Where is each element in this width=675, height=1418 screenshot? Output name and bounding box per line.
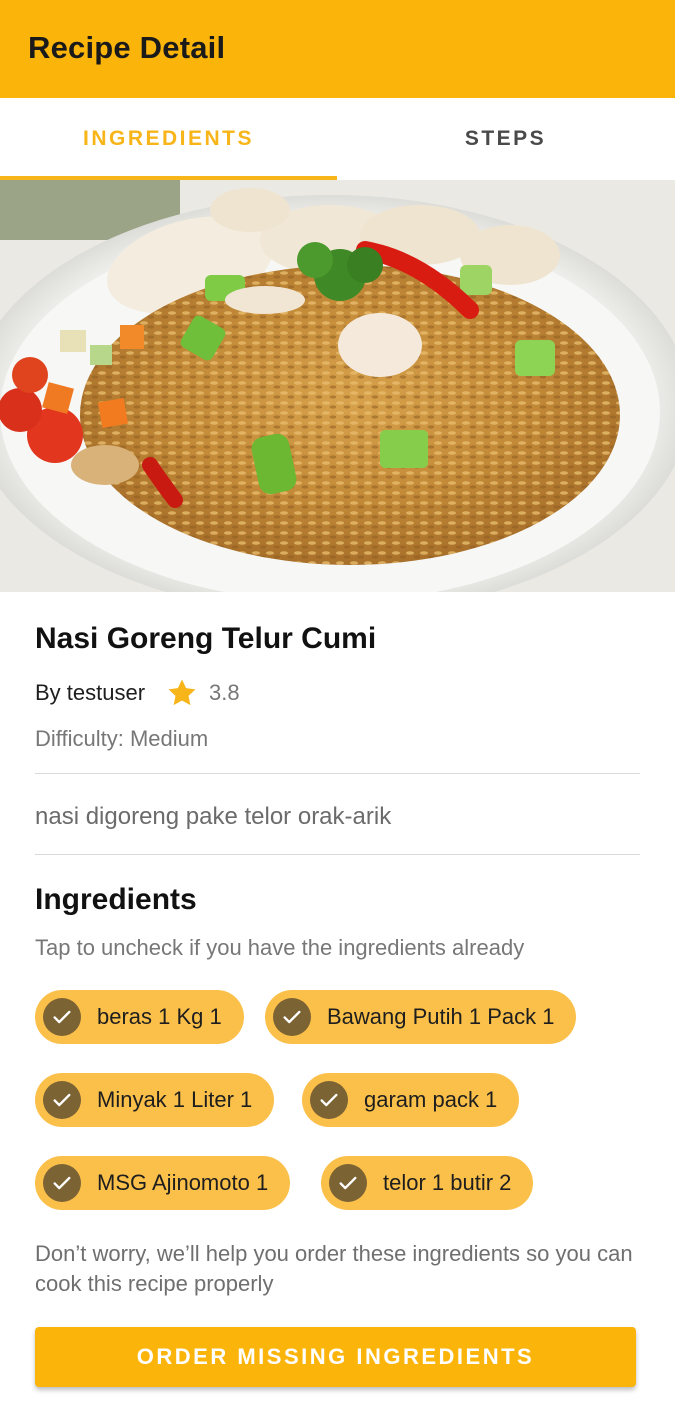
check-icon xyxy=(273,998,311,1036)
check-icon xyxy=(43,998,81,1036)
check-icon xyxy=(310,1081,348,1119)
ingredients-heading: Ingredients xyxy=(35,883,197,916)
divider xyxy=(35,773,640,774)
ingredient-chip[interactable]: beras 1 Kg 1 xyxy=(35,990,244,1044)
order-missing-ingredients-button[interactable]: ORDER MISSING INGREDIENTS xyxy=(35,1327,636,1387)
tab-ingredients[interactable]: INGREDIENTS xyxy=(0,98,337,180)
check-icon xyxy=(329,1164,367,1202)
tab-steps[interactable]: STEPS xyxy=(337,98,674,180)
ingredient-chip[interactable]: telor 1 butir 2 xyxy=(321,1156,534,1210)
recipe-photo xyxy=(0,180,675,592)
ingredient-chip-label: telor 1 butir 2 xyxy=(383,1170,512,1195)
recipe-rating: 3.8 xyxy=(209,680,240,705)
recipe-author: By testuser xyxy=(35,680,146,705)
tab-bar: INGREDIENTS STEPS xyxy=(0,98,675,180)
check-icon xyxy=(43,1081,81,1119)
divider xyxy=(35,854,640,855)
ingredient-chip-label: Bawang Putih 1 Pack 1 xyxy=(327,1004,555,1029)
ingredient-chip[interactable]: Minyak 1 Liter 1 xyxy=(35,1073,275,1127)
ingredient-chip[interactable]: MSG Ajinomoto 1 xyxy=(35,1156,291,1210)
recipe-description: nasi digoreng pake telor orak-arik xyxy=(35,803,392,830)
ingredient-chip-label: garam pack 1 xyxy=(364,1087,498,1112)
ingredient-chip-label: beras 1 Kg 1 xyxy=(97,1004,222,1029)
author-row: By testuser 3.8 xyxy=(35,678,240,708)
app-bar-title: Recipe Detail xyxy=(28,30,226,65)
recipe-difficulty: Difficulty: Medium xyxy=(35,726,209,751)
ingredient-chip[interactable]: garam pack 1 xyxy=(302,1073,520,1127)
ingredient-chip[interactable]: Bawang Putih 1 Pack 1 xyxy=(265,990,577,1044)
order-note: Don’t worry, we’ll help you order these … xyxy=(35,1241,633,1296)
app-bar: Recipe Detail xyxy=(0,0,675,98)
star-icon xyxy=(165,676,199,710)
ingredient-chip-label: Minyak 1 Liter 1 xyxy=(97,1087,253,1112)
recipe-title: Nasi Goreng Telur Cumi xyxy=(35,622,377,655)
ingredients-hint: Tap to uncheck if you have the ingredien… xyxy=(35,935,525,960)
check-icon xyxy=(43,1164,81,1202)
ingredient-chip-label: MSG Ajinomoto 1 xyxy=(97,1170,269,1195)
